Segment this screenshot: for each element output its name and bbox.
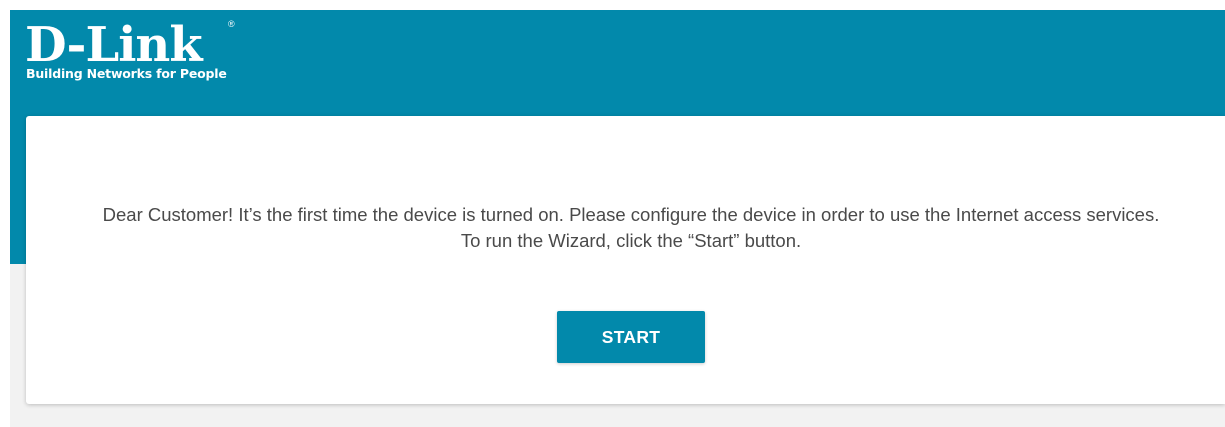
start-button[interactable]: START — [557, 311, 705, 363]
welcome-message-line1: Dear Customer! It’s the first time the d… — [102, 204, 1160, 225]
logo-wordmark: D-Link — [25, 17, 203, 73]
welcome-card: Dear Customer! It’s the first time the d… — [26, 116, 1225, 404]
logo-registered-mark: ® — [228, 19, 235, 29]
logo-tagline: Building Networks for People — [26, 66, 227, 81]
welcome-message: Dear Customer! It’s the first time the d… — [46, 202, 1216, 254]
dlink-logo: D-Link ® Building Networks for People — [25, 17, 245, 87]
welcome-message-line2: To run the Wizard, click the “Start” but… — [460, 230, 802, 251]
